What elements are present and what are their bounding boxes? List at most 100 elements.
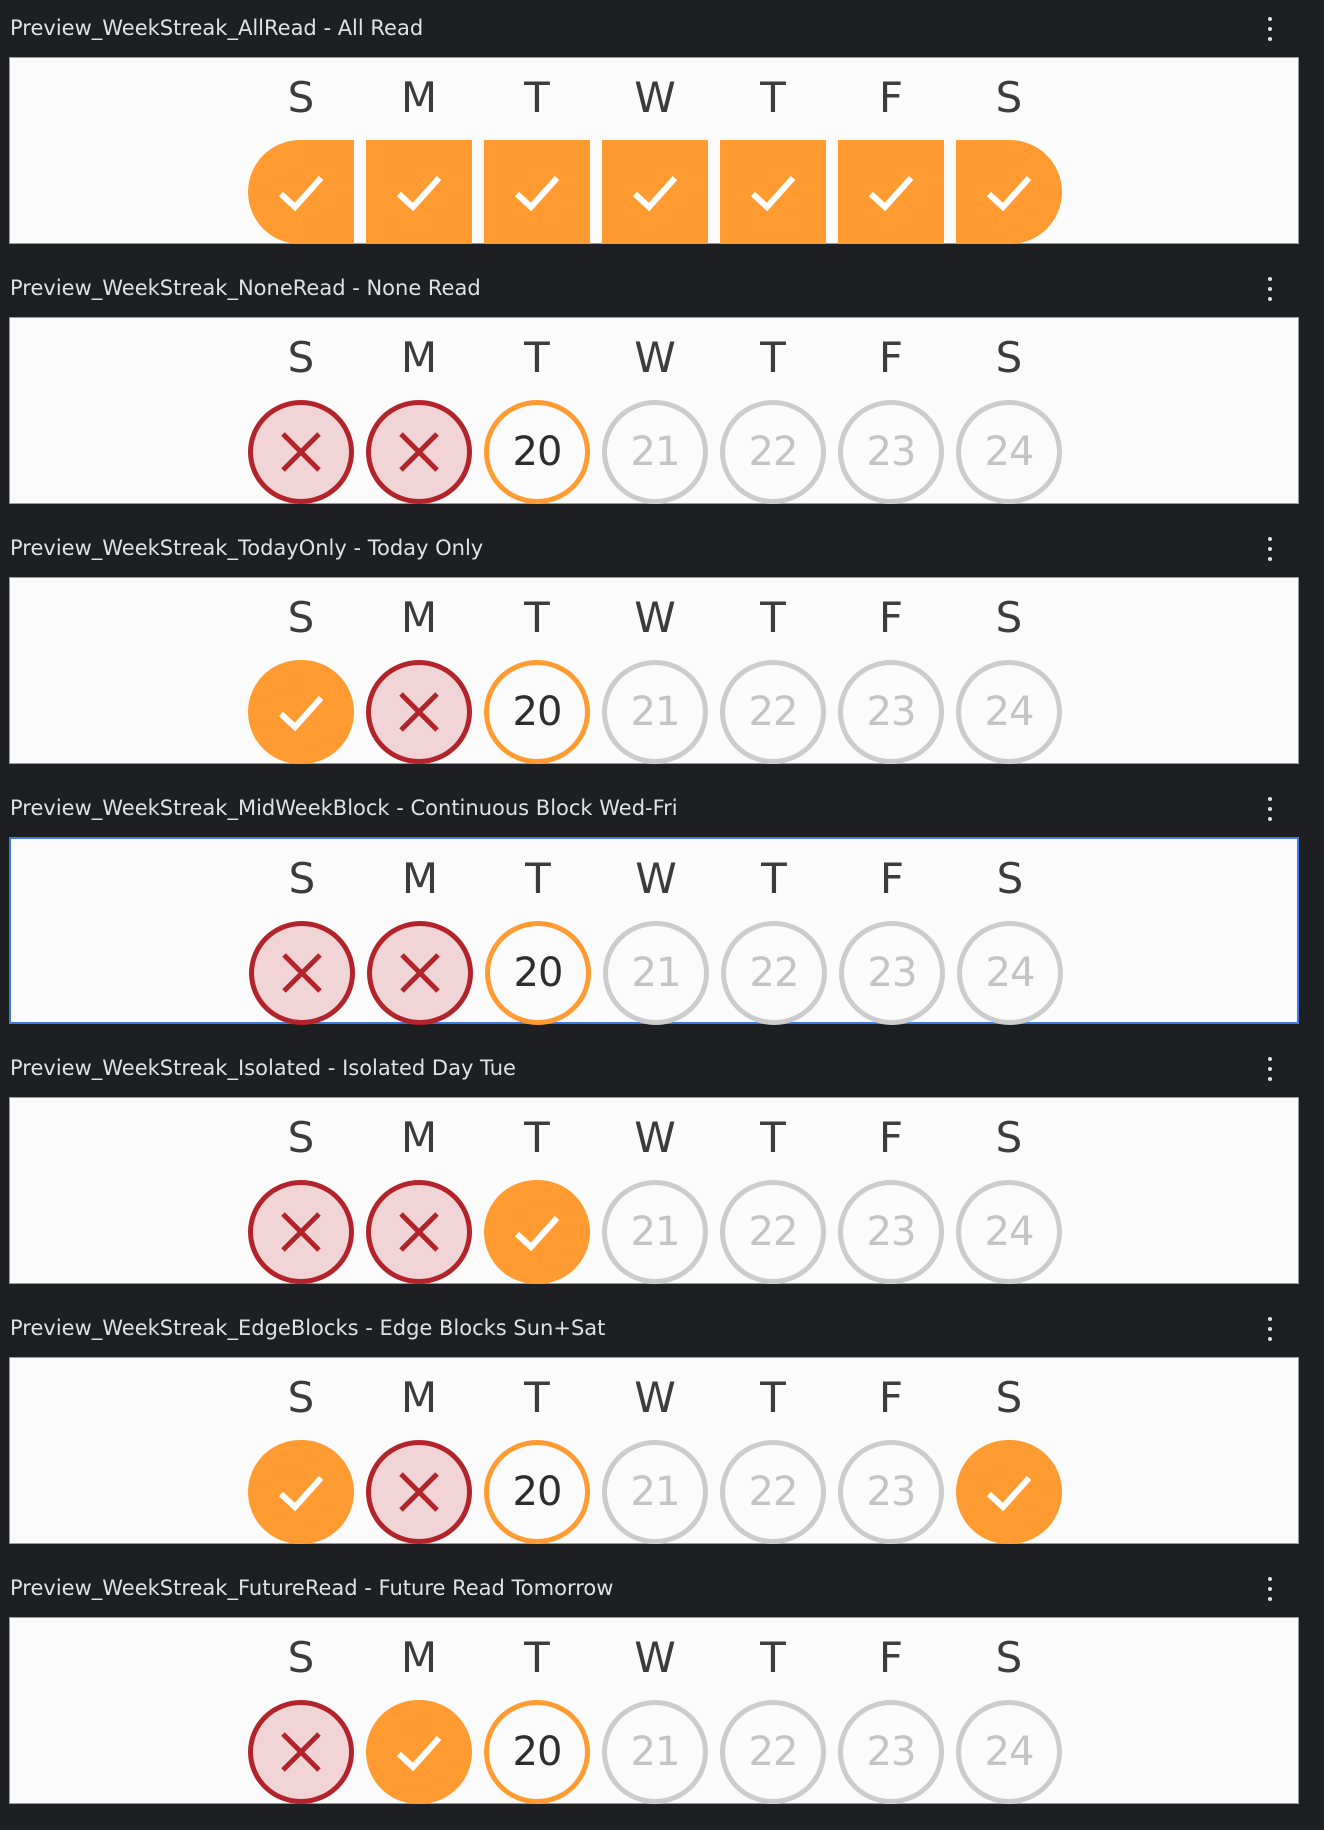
preview-frame[interactable]: S M T W T F S 20 21 22 23 24 (9, 1617, 1299, 1804)
kebab-dot (1268, 37, 1272, 41)
day-letter: S (288, 854, 316, 903)
preview-frame[interactable]: S M T W T F S 20 21 22 23 24 (9, 317, 1299, 504)
day-letter: W (634, 1633, 676, 1682)
day-letter: T (760, 1373, 786, 1422)
preview-header: Preview_WeekStreak_Isolated - Isolated D… (10, 1040, 1324, 1096)
day-number: 24 (984, 689, 1035, 735)
day-letter: M (400, 593, 438, 642)
day-letter: S (287, 593, 315, 642)
day-missed (366, 1180, 472, 1284)
kebab-dot (1268, 1067, 1272, 1071)
day-number: 22 (749, 950, 800, 996)
cross-icon (281, 432, 321, 472)
day-future: 21 (602, 1700, 708, 1804)
day-future: 22 (720, 1180, 826, 1284)
preview-frame[interactable]: S M T W T F S 21 22 23 24 (9, 1097, 1299, 1284)
day-letter: T (524, 1373, 550, 1422)
kebab-dot (1268, 1057, 1272, 1061)
day-missed (248, 1700, 354, 1804)
preview-header: Preview_WeekStreak_AllRead - All Read (10, 0, 1324, 56)
day-today: 20 (484, 1440, 590, 1544)
day-letter: M (400, 1113, 438, 1162)
day-letter: W (634, 333, 676, 382)
day-letter: F (878, 1633, 904, 1682)
day-letter: F (878, 1373, 904, 1422)
kebab-dot (1268, 287, 1272, 291)
day-future: 24 (956, 1700, 1062, 1804)
day-today: 20 (484, 1700, 590, 1804)
day-letter: M (400, 73, 438, 122)
kebab-dot (1268, 537, 1272, 541)
kebab-dot (1268, 1337, 1272, 1341)
cross-icon (282, 953, 322, 993)
day-letter: W (635, 854, 677, 903)
more-options-icon[interactable] (1260, 274, 1280, 304)
kebab-dot (1268, 1077, 1272, 1081)
preview-item: Preview_WeekStreak_NoneRead - None Read S… (0, 260, 1324, 520)
day-number: 24 (985, 950, 1036, 996)
day-letter: S (995, 1373, 1023, 1422)
more-options-icon[interactable] (1260, 1574, 1280, 1604)
day-letter: M (400, 1373, 438, 1422)
day-future: 23 (838, 400, 944, 504)
preview-title: Preview_WeekStreak_NoneRead - None Read (10, 276, 481, 300)
day-number: 21 (631, 950, 682, 996)
day-future: 22 (720, 1700, 826, 1804)
day-letter: S (287, 1113, 315, 1162)
day-read (838, 140, 944, 244)
day-letter: F (878, 1113, 904, 1162)
preview-frame[interactable]: S M T W T F S 20 21 22 23 24 (9, 837, 1299, 1025)
kebab-dot (1268, 27, 1272, 31)
preview-title: Preview_WeekStreak_MidWeekBlock - Contin… (10, 796, 678, 820)
day-letter: M (400, 333, 438, 382)
more-options-icon[interactable] (1260, 14, 1280, 44)
kebab-dot (1268, 17, 1272, 21)
day-number: 23 (866, 1469, 917, 1515)
preview-item: Preview_WeekStreak_EdgeBlocks - Edge Blo… (0, 1300, 1324, 1560)
more-options-icon[interactable] (1260, 794, 1280, 824)
checkmark-icon (396, 175, 442, 212)
week-streak: S M T W T F S 20 21 22 23 24 (248, 1618, 1078, 1805)
preview-frame[interactable]: S M T W T F S 20 21 22 23 (9, 1357, 1299, 1544)
day-number: 21 (630, 429, 681, 475)
more-options-icon[interactable] (1260, 1054, 1280, 1084)
day-letter: T (524, 593, 550, 642)
checkmark-icon (278, 175, 324, 212)
kebab-dot (1268, 817, 1272, 821)
more-options-icon[interactable] (1260, 1314, 1280, 1344)
day-read (484, 140, 590, 244)
day-letter: S (995, 73, 1023, 122)
day-letter: M (401, 854, 439, 903)
preview-header: Preview_WeekStreak_NoneRead - None Read (10, 260, 1324, 316)
day-number: 23 (866, 429, 917, 475)
day-future: 24 (956, 1180, 1062, 1284)
preview-header: Preview_WeekStreak_FutureRead - Future R… (10, 1560, 1324, 1616)
day-future: 24 (956, 400, 1062, 504)
day-future: 24 (956, 660, 1062, 764)
day-letter: S (995, 1113, 1023, 1162)
preview-title: Preview_WeekStreak_FutureRead - Future R… (10, 1576, 614, 1600)
day-future: 21 (602, 660, 708, 764)
day-future: 22 (720, 660, 826, 764)
kebab-dot (1268, 1577, 1272, 1581)
day-future: 23 (838, 1700, 944, 1804)
day-future: 22 (720, 1440, 826, 1544)
kebab-dot (1268, 557, 1272, 561)
day-number: 22 (748, 1209, 799, 1255)
preview-frame[interactable]: S M T W T F S 20 21 22 23 24 (9, 577, 1299, 764)
day-read (956, 140, 1062, 244)
preview-frame[interactable]: SMTWTFS (9, 57, 1299, 244)
day-missed (249, 921, 355, 1025)
day-letter: S (287, 73, 315, 122)
day-number: 20 (512, 689, 563, 735)
day-read (248, 140, 354, 244)
day-future: 21 (602, 1440, 708, 1544)
day-read (720, 140, 826, 244)
day-number: 20 (512, 429, 563, 475)
day-number: 23 (867, 950, 918, 996)
day-missed (366, 1440, 472, 1544)
more-options-icon[interactable] (1260, 534, 1280, 564)
kebab-dot (1268, 1317, 1272, 1321)
day-number: 22 (748, 429, 799, 475)
day-future: 23 (838, 660, 944, 764)
